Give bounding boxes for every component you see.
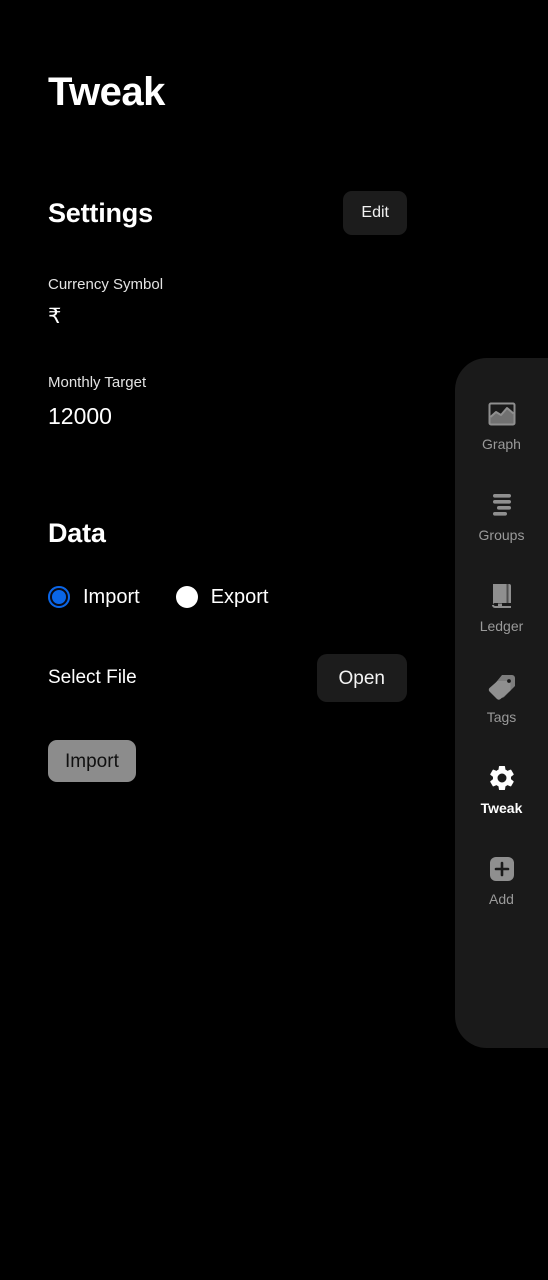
- currency-symbol-value: ₹: [48, 305, 62, 328]
- nav-label-tweak: Tweak: [480, 800, 523, 816]
- nav-item-groups[interactable]: Groups: [455, 489, 548, 542]
- select-file-row: Select File Open: [48, 654, 407, 702]
- radio-import-mark[interactable]: [48, 586, 70, 608]
- nav-item-graph[interactable]: Graph: [455, 398, 548, 451]
- nav-item-ledger[interactable]: Ledger: [455, 580, 548, 633]
- nav-label-ledger: Ledger: [479, 618, 524, 634]
- settings-header: Settings Edit: [48, 191, 407, 235]
- radio-import[interactable]: Import: [48, 586, 140, 608]
- groups-icon: [486, 489, 518, 521]
- bottom-nav-rail: Graph Groups Ledger Tags Tweak Add: [455, 358, 548, 1048]
- graph-icon: [486, 398, 518, 430]
- app-title: Tweak: [48, 70, 165, 114]
- monthly-target-label: Monthly Target: [48, 374, 147, 391]
- radio-import-label: Import: [83, 586, 140, 608]
- tags-icon: [486, 671, 518, 703]
- nav-item-tweak[interactable]: Tweak: [455, 762, 548, 815]
- edit-button[interactable]: Edit: [343, 191, 407, 235]
- currency-symbol-field: Currency Symbol ₹: [48, 276, 407, 333]
- monthly-target-field: Monthly Target 12000: [48, 374, 407, 431]
- currency-symbol-label: Currency Symbol: [48, 276, 164, 293]
- select-file-label: Select File: [48, 667, 137, 688]
- radio-export-label: Export: [210, 586, 269, 608]
- nav-item-tags[interactable]: Tags: [455, 671, 548, 724]
- nav-label-groups: Groups: [478, 527, 525, 543]
- gear-icon: [486, 762, 518, 794]
- nav-label-graph: Graph: [482, 436, 521, 452]
- ledger-icon: [486, 580, 518, 612]
- app-root: Tweak Settings Edit Currency Symbol ₹ Mo…: [0, 0, 548, 1280]
- nav-item-add[interactable]: Add: [455, 853, 548, 906]
- monthly-target-value: 12000: [48, 403, 112, 429]
- plus-square-icon: [486, 853, 518, 885]
- data-title: Data: [48, 517, 106, 548]
- radio-export-mark[interactable]: [175, 586, 198, 608]
- data-mode-radio-group: Import Export: [48, 586, 407, 608]
- import-button[interactable]: Import: [48, 740, 136, 782]
- nav-label-tags: Tags: [486, 709, 517, 725]
- settings-content: Tweak Settings Edit Currency Symbol ₹ Mo…: [0, 0, 455, 782]
- nav-label-add: Add: [489, 891, 514, 907]
- data-header: Data: [48, 511, 407, 555]
- radio-export[interactable]: Export: [175, 586, 269, 608]
- open-file-button[interactable]: Open: [316, 654, 407, 702]
- settings-title: Settings: [48, 197, 153, 228]
